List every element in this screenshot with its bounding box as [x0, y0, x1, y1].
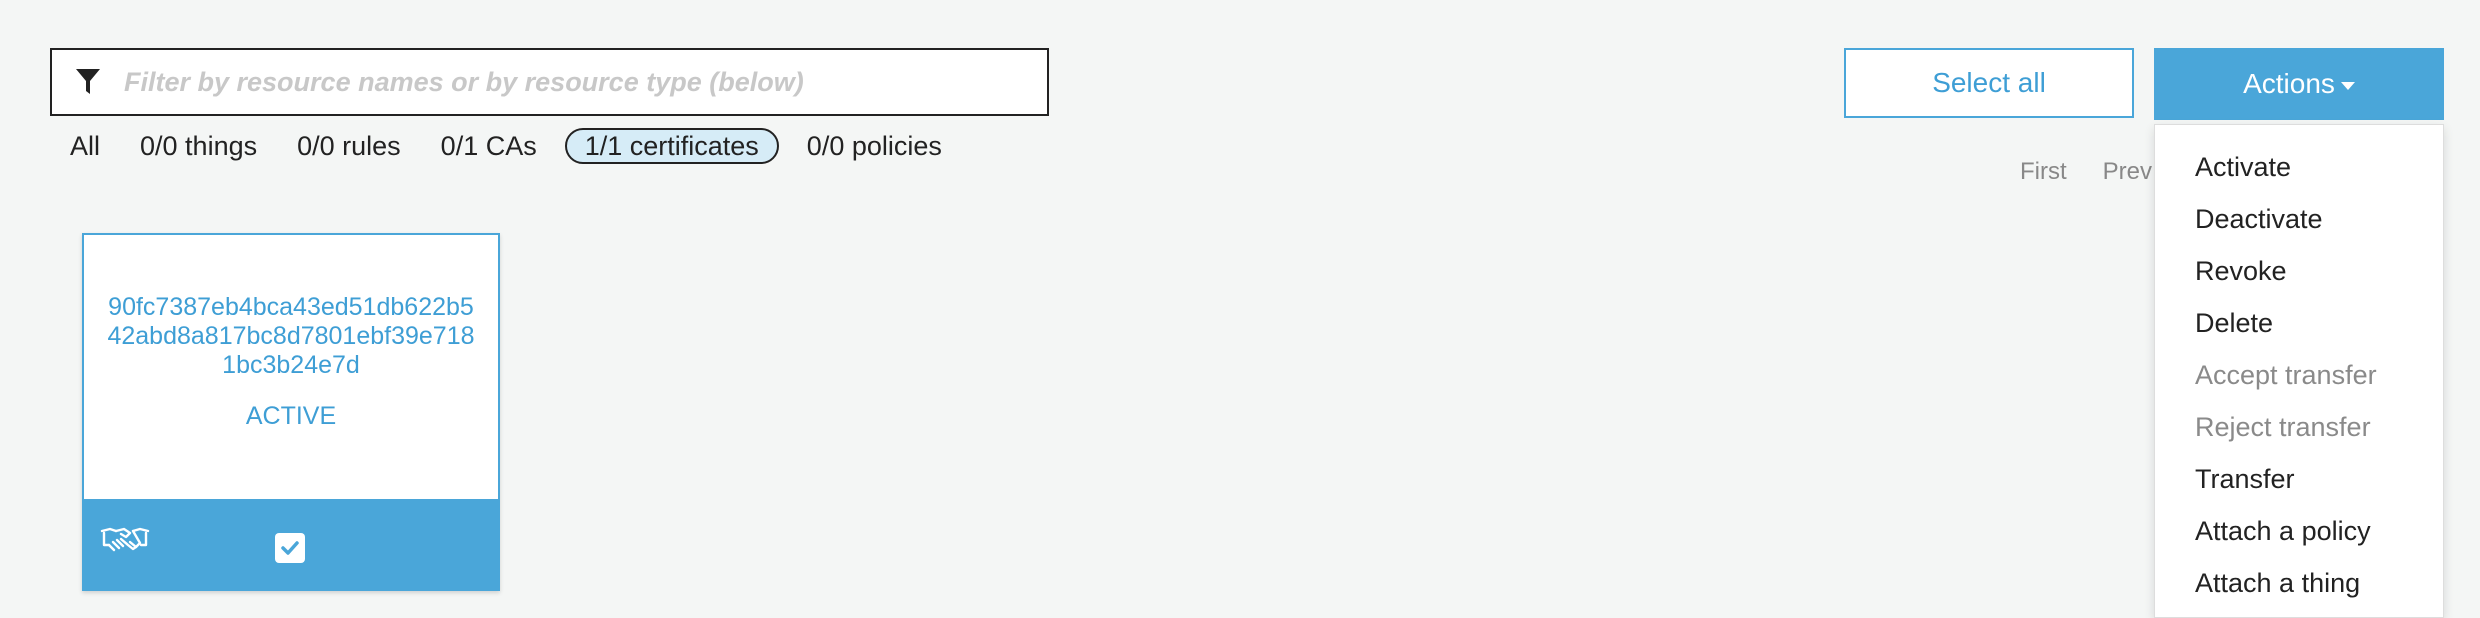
menu-item-delete[interactable]: Delete [2155, 297, 2443, 349]
type-filter-certificates[interactable]: 1/1 certificates [564, 128, 779, 164]
type-filter-all[interactable]: All [50, 128, 120, 164]
checkbox-checked-icon[interactable] [275, 533, 305, 563]
pagination: First Prev [2020, 158, 2152, 186]
select-all-button[interactable]: Select all [1844, 48, 2134, 118]
select-all-label: Select all [1932, 67, 2046, 98]
actions-label: Actions [2243, 68, 2335, 99]
pagination-first[interactable]: First [2020, 158, 2067, 186]
certificate-card[interactable]: 90fc7387eb4bca43ed51db622b542abd8a817bc8… [82, 233, 500, 591]
menu-item-activate[interactable]: Activate [2155, 141, 2443, 193]
menu-item-revoke[interactable]: Revoke [2155, 245, 2443, 297]
certificate-status: ACTIVE [245, 402, 337, 430]
menu-item-accept-transfer: Accept transfer [2195, 360, 2377, 390]
type-filter-rules[interactable]: 0/0 rules [277, 128, 421, 164]
menu-item-reject-transfer: Reject transfer [2195, 412, 2371, 442]
filter-icon [74, 68, 102, 96]
menu-item-deactivate[interactable]: Deactivate [2155, 193, 2443, 245]
handshake-icon[interactable] [100, 521, 150, 561]
type-filter-cas[interactable]: 0/1 CAs [421, 128, 557, 164]
card-footer [84, 499, 498, 589]
actions-button[interactable]: Actions [2154, 48, 2444, 120]
actions-dropdown-menu: Activate Deactivate Revoke Delete Accept… [2154, 124, 2444, 618]
type-filter-policies[interactable]: 0/0 policies [787, 128, 962, 164]
menu-item-attach-thing[interactable]: Attach a thing [2155, 557, 2443, 609]
pagination-prev[interactable]: Prev [2103, 158, 2152, 186]
caret-down-icon [2340, 82, 2355, 90]
type-filter-things[interactable]: 0/0 things [120, 128, 277, 164]
certificate-id: 90fc7387eb4bca43ed51db622b542abd8a817bc8… [107, 293, 475, 379]
filter-bar [50, 48, 1049, 116]
resource-type-filters: All 0/0 things 0/0 rules 0/1 CAs 1/1 cer… [50, 128, 962, 164]
search-input[interactable] [124, 66, 1047, 98]
menu-item-transfer[interactable]: Transfer [2155, 453, 2443, 505]
menu-item-attach-policy[interactable]: Attach a policy [2155, 505, 2443, 557]
